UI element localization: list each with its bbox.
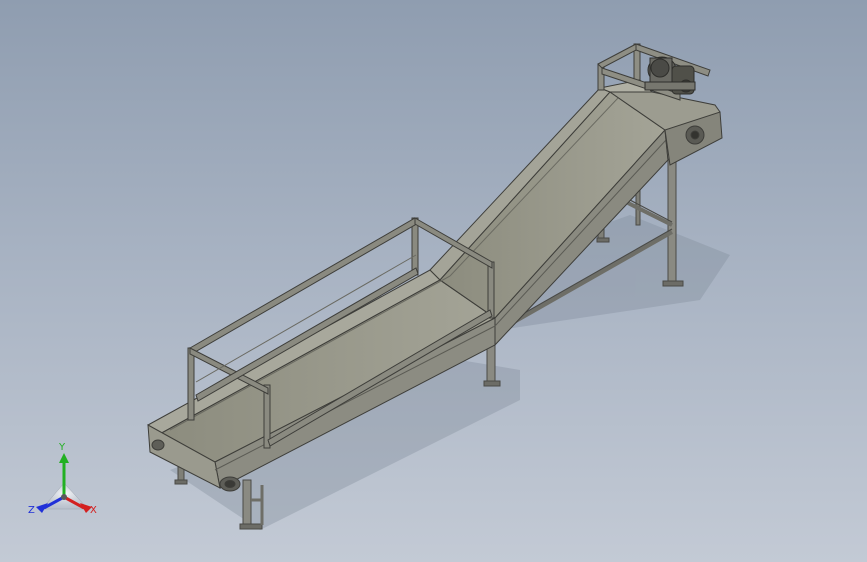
coordinate-triad[interactable]: Y X Z	[22, 442, 112, 530]
triad-graphic	[36, 453, 92, 513]
cad-viewport[interactable]: Y X Z	[0, 0, 867, 562]
axis-label-x: X	[90, 505, 97, 516]
axis-label-y: Y	[59, 442, 66, 453]
conveyor-model[interactable]	[0, 0, 867, 562]
axis-label-z: Z	[28, 505, 35, 516]
